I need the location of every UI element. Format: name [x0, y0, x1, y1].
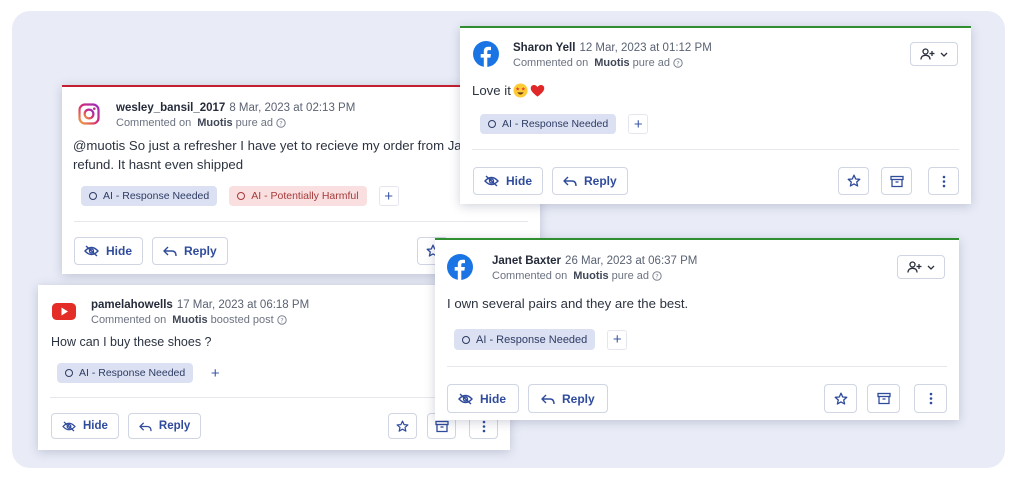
instagram-icon	[76, 101, 102, 127]
add-tag-button[interactable]: +	[205, 363, 226, 383]
comment-source: Commented on Muotis pure ad?	[513, 56, 712, 70]
post-type: boosted post	[210, 313, 274, 326]
archive-button[interactable]	[881, 167, 912, 195]
archive-icon	[434, 420, 449, 432]
comment-timestamp: 17 Mar, 2023 at 06:18 PM	[176, 299, 310, 311]
heart-emoji	[530, 84, 545, 97]
favorite-button[interactable]	[838, 167, 869, 195]
reply-arrow-icon	[163, 246, 177, 257]
page-name[interactable]: Muotis	[172, 313, 207, 327]
more-vertical-icon	[482, 420, 485, 432]
user-plus-icon	[907, 261, 922, 273]
tag-ai-response-needed[interactable]: AI - Response Needed	[480, 114, 617, 134]
comment-source: Commented on Muotis boosted post?	[91, 313, 309, 327]
add-tag-button[interactable]: +	[607, 329, 628, 350]
card-divider	[472, 149, 959, 150]
eye-off-icon	[458, 392, 473, 405]
page-name[interactable]: Muotis	[197, 116, 232, 130]
star-icon	[847, 174, 860, 187]
page-name[interactable]: Muotis	[594, 56, 629, 70]
reply-arrow-icon	[139, 421, 152, 431]
hide-button[interactable]: Hide	[74, 237, 144, 265]
eye-off-icon	[62, 420, 76, 432]
comment-source: Commented on Muotis pure ad?	[116, 116, 355, 130]
hide-button[interactable]: Hide	[473, 167, 544, 195]
comment-text: I own several pairs and they are the bes…	[447, 296, 689, 311]
svg-text:?: ?	[279, 120, 282, 128]
comment-card-facebook-janet: Janet Baxter 26 Mar, 2023 at 06:37 PM Com…	[435, 238, 959, 420]
svg-text:?: ?	[280, 317, 283, 325]
help-icon[interactable]: ?	[276, 118, 286, 128]
favorite-button[interactable]	[388, 413, 417, 439]
page-name[interactable]: Muotis	[573, 269, 608, 283]
comment-timestamp: 26 Mar, 2023 at 06:37 PM	[565, 255, 698, 267]
more-options-button[interactable]	[914, 384, 947, 413]
tag-ai-response-needed[interactable]: AI - Response Needed	[454, 329, 596, 350]
tag-ai-response-needed[interactable]: AI - Response Needed	[57, 363, 194, 383]
add-tag-button[interactable]: +	[628, 114, 649, 134]
more-vertical-icon	[929, 392, 932, 405]
tag-ai-potentially-harmful[interactable]: AI - Potentially Harmful	[229, 186, 367, 206]
facebook-icon	[447, 254, 473, 280]
comment-card-facebook-sharon: Sharon Yell 12 Mar, 2023 at 01:12 PM Comm…	[460, 26, 971, 204]
comment-text: Love it	[472, 81, 545, 100]
comment-timestamp: 8 Mar, 2023 at 02:13 PM	[229, 102, 356, 114]
tag-ai-response-needed[interactable]: AI - Response Needed	[81, 186, 218, 206]
reply-arrow-icon	[563, 176, 577, 187]
commenter-username[interactable]: Janet Baxter	[492, 255, 561, 267]
svg-text:?: ?	[655, 273, 658, 281]
reply-button[interactable]: Reply	[152, 237, 228, 265]
chevron-down-icon	[940, 52, 948, 57]
card-divider	[447, 366, 947, 367]
reply-button[interactable]: Reply	[528, 384, 608, 413]
archive-icon	[876, 392, 891, 405]
user-plus-icon	[920, 48, 935, 60]
eye-off-icon	[484, 175, 499, 187]
help-icon[interactable]: ?	[652, 271, 662, 281]
svg-text:?: ?	[676, 60, 679, 68]
comment-text: How can I buy these shoes ?	[51, 335, 212, 349]
commenter-username[interactable]: wesley_bansil_2017	[116, 102, 225, 114]
card-divider	[74, 221, 528, 222]
reply-button[interactable]: Reply	[127, 413, 202, 439]
post-type: pure ad	[632, 56, 670, 69]
more-vertical-icon	[942, 175, 945, 187]
post-type: pure ad	[235, 116, 273, 129]
comment-text: @muotis So just a refresher I have yet t…	[73, 138, 498, 172]
card-divider	[50, 397, 498, 398]
assign-user-dropdown[interactable]	[897, 255, 945, 279]
archive-icon	[889, 175, 904, 187]
help-icon[interactable]: ?	[673, 58, 683, 68]
post-type: pure ad	[611, 269, 649, 282]
assign-user-dropdown[interactable]	[910, 42, 958, 66]
reply-button[interactable]: Reply	[552, 167, 628, 195]
commenter-username[interactable]: pamelahowells	[91, 299, 173, 311]
comment-timestamp: 12 Mar, 2023 at 01:12 PM	[579, 42, 712, 54]
comment-source: Commented on Muotis pure ad?	[492, 269, 697, 283]
more-options-button[interactable]	[928, 167, 959, 195]
star-icon	[396, 420, 409, 432]
eye-off-icon	[84, 245, 99, 257]
archive-button[interactable]	[867, 384, 900, 413]
add-tag-button[interactable]: +	[378, 186, 399, 206]
commenter-username[interactable]: Sharon Yell	[513, 42, 575, 54]
reply-arrow-icon	[541, 394, 555, 404]
hide-button[interactable]: Hide	[447, 384, 520, 413]
star-icon	[834, 392, 847, 405]
help-icon[interactable]: ?	[276, 315, 287, 325]
favorite-button[interactable]	[824, 384, 857, 413]
hide-button[interactable]: Hide	[51, 413, 119, 439]
star-struck-emoji	[513, 83, 528, 98]
chevron-down-icon	[927, 265, 935, 270]
youtube-icon	[51, 298, 77, 324]
facebook-icon	[473, 41, 499, 67]
